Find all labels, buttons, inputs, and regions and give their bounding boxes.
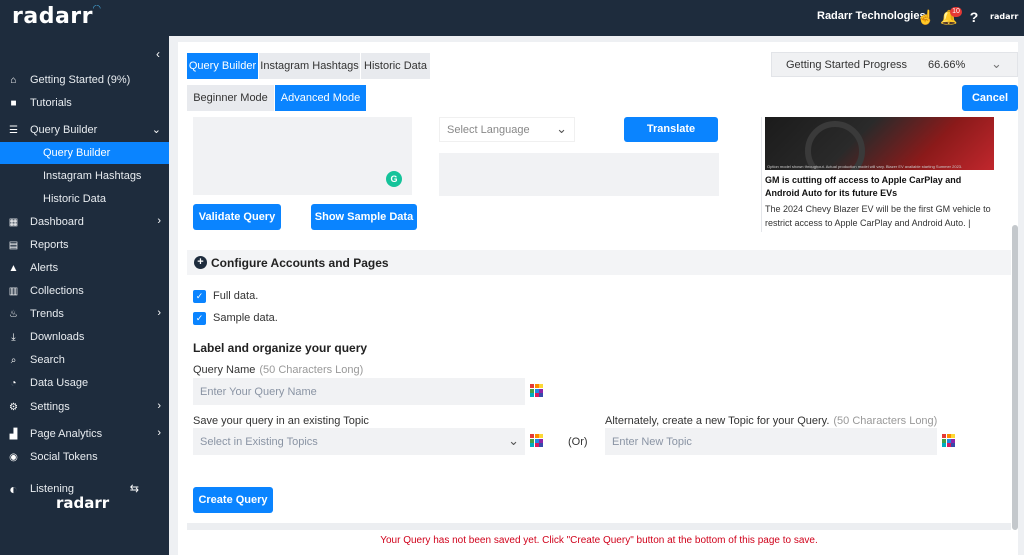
collapse-sidebar-icon[interactable]: ‹ <box>156 47 160 61</box>
brand-logo[interactable]: radarr ◜◝ <box>12 4 101 29</box>
sidebar-item-tutorials[interactable]: ■ Tutorials <box>0 92 169 114</box>
getting-started-progress[interactable]: Getting Started Progress 66.66% ⌄ <box>771 52 1018 77</box>
language-select[interactable]: Select Language ⌄ <box>439 117 575 142</box>
database-icon: ☰ <box>9 124 18 136</box>
check-icon: ✓ <box>193 289 206 303</box>
company-name[interactable]: Radarr Technologies <box>817 10 926 22</box>
query-name-input[interactable]: Enter Your Query Name <box>193 378 525 405</box>
grid-icon: ▦ <box>8 216 19 228</box>
query-input[interactable] <box>193 117 412 195</box>
sidebar-item-page-analytics[interactable]: ▟ Page Analytics › <box>0 423 169 445</box>
cancel-button[interactable]: Cancel <box>962 85 1018 111</box>
sidebar-item-trends[interactable]: ♨ Trends › <box>0 303 169 325</box>
chevron-down-icon: ⌄ <box>991 56 1002 71</box>
chevron-down-icon: ⌄ <box>508 433 519 448</box>
topic-label: Save your query in an existing Topic <box>193 415 369 427</box>
grammarly-icon[interactable]: G <box>386 171 402 187</box>
sidebar-item-collections[interactable]: ▥ Collections <box>0 280 169 302</box>
news-title[interactable]: GM is cutting off access to Apple CarPla… <box>765 174 995 200</box>
chevron-right-icon: › <box>157 215 161 227</box>
unsaved-warning: Your Query has not been saved yet. Click… <box>187 531 1011 555</box>
chevron-down-icon: ⌄ <box>556 121 567 136</box>
download-icon: ⤓ <box>11 331 16 343</box>
gear-icon: ⚙ <box>9 401 18 413</box>
sidebar-item-dashboard[interactable]: ▦ Dashboard › <box>0 211 169 233</box>
translation-output[interactable] <box>439 153 719 196</box>
search-icon: ⌕ <box>10 354 17 366</box>
beginner-mode-button[interactable]: Beginner Mode <box>187 85 274 111</box>
home-icon: ⌂ <box>10 74 17 86</box>
avatar[interactable]: radarr <box>990 12 1018 21</box>
signal-icon: ◜◝ <box>93 4 101 14</box>
sidebar-item-reports[interactable]: ▤ Reports <box>0 234 169 256</box>
query-name-label: Query Name (50 Characters Long) <box>193 364 364 376</box>
sidebar-item-alerts[interactable]: ▲ Alerts <box>0 257 169 279</box>
configure-accounts-section[interactable]: + Configure Accounts and Pages <box>187 250 1011 275</box>
sample-data-checkbox[interactable]: ✓ Sample data. <box>193 311 278 325</box>
existing-topic-select[interactable]: Select in Existing Topics ⌄ <box>193 428 525 455</box>
create-query-button[interactable]: Create Query <box>193 487 273 513</box>
section-title: Label and organize your query <box>193 341 368 355</box>
color-picker-icon[interactable] <box>942 434 955 447</box>
chevron-right-icon: › <box>157 307 161 319</box>
check-icon: ✓ <box>193 311 206 325</box>
chevron-right-icon: › <box>157 427 161 439</box>
sidebar-logo: radarr <box>56 494 110 512</box>
sidebar-item-getting-started[interactable]: ⌂ Getting Started (9%) <box>0 69 169 91</box>
color-picker-icon[interactable] <box>530 384 543 397</box>
video-icon: ■ <box>10 97 17 109</box>
chevron-down-icon: ⌄ <box>151 124 161 136</box>
plus-circle-icon: + <box>194 256 207 269</box>
chevron-right-icon: › <box>157 400 161 412</box>
ear-icon: ◐ <box>9 481 18 497</box>
validate-query-button[interactable]: Validate Query <box>193 204 281 230</box>
sidebar-item-query-builder[interactable]: ☰ Query Builder ⌄ <box>0 119 169 141</box>
file-icon: ▤ <box>8 239 19 251</box>
or-separator: (Or) <box>568 436 588 448</box>
news-text: The 2024 Chevy Blazer EV will be the fir… <box>765 204 991 228</box>
gauge-icon: ◔ <box>10 377 17 389</box>
new-topic-label: Alternately, create a new Topic for your… <box>605 415 938 427</box>
tab-historic-data[interactable]: Historic Data <box>361 53 430 79</box>
scrollbar[interactable] <box>1012 225 1018 530</box>
color-picker-icon[interactable] <box>530 434 543 447</box>
token-icon: ◉ <box>9 451 18 463</box>
sidebar-item-downloads[interactable]: ⤓ Downloads <box>0 326 169 348</box>
sidebar-item-data-usage[interactable]: ◔ Data Usage <box>0 372 169 394</box>
translate-button[interactable]: Translate <box>624 117 718 142</box>
analytics-icon: ▟ <box>9 428 18 440</box>
full-data-checkbox[interactable]: ✓ Full data. <box>193 289 258 303</box>
notification-badge: 10 <box>950 7 962 17</box>
sidebar-item-search[interactable]: ⌕ Search <box>0 349 169 371</box>
top-bar: radarr ◜◝ Radarr Technologies ☝ 🔔 10 ? ra… <box>0 0 1024 36</box>
tab-instagram-hashtags[interactable]: Instagram Hashtags <box>259 53 360 79</box>
help-icon[interactable]: ? <box>965 8 983 26</box>
sidebar-subitem-instagram-hashtags[interactable]: Instagram Hashtags <box>0 165 169 187</box>
new-topic-input[interactable]: Enter New Topic <box>605 428 937 455</box>
warning-icon: ▲ <box>8 262 19 274</box>
sidebar-subitem-historic-data[interactable]: Historic Data <box>0 188 169 210</box>
hand-point-icon[interactable]: ☝ <box>917 8 935 26</box>
sidebar-item-settings[interactable]: ⚙ Settings › <box>0 396 169 418</box>
fire-icon: ♨ <box>9 308 18 320</box>
news-image: Option model shown throughout. Actual pr… <box>765 117 994 170</box>
show-sample-data-button[interactable]: Show Sample Data <box>311 204 417 230</box>
swap-icon[interactable]: ⇆ <box>130 482 139 495</box>
tab-query-builder[interactable]: Query Builder <box>187 53 258 79</box>
sidebar-subitem-query-builder[interactable]: Query Builder <box>0 142 169 164</box>
footer-divider <box>187 523 1011 530</box>
sidebar-item-social-tokens[interactable]: ◉ Social Tokens <box>0 446 169 468</box>
advanced-mode-button[interactable]: Advanced Mode <box>275 85 366 111</box>
collections-icon: ▥ <box>8 285 19 297</box>
